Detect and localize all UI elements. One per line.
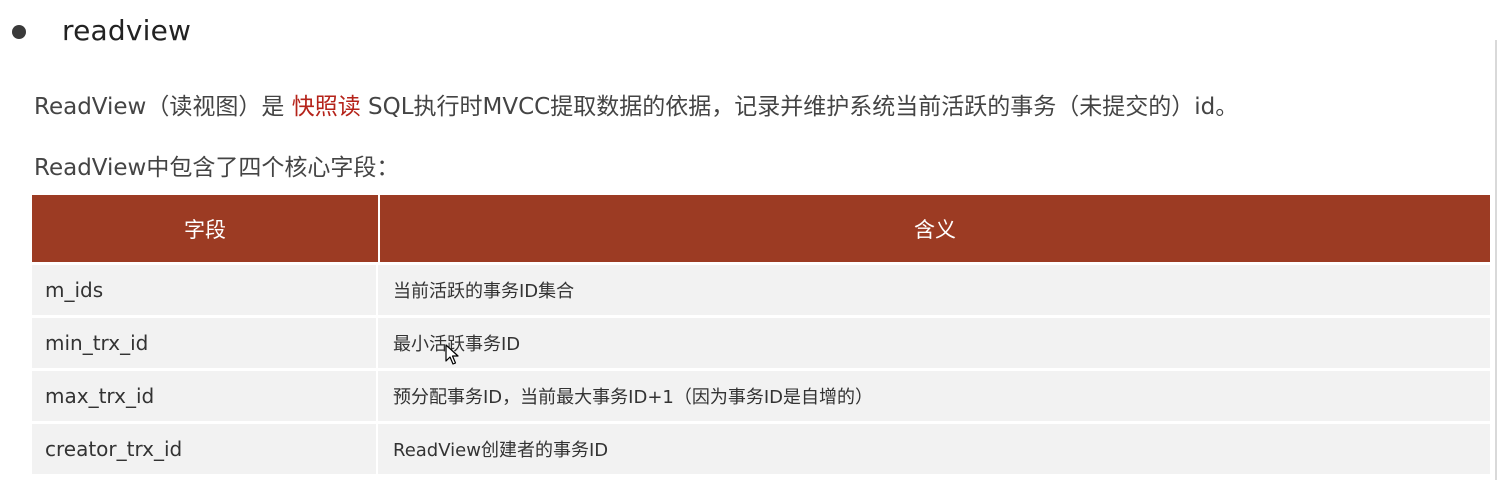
table-header-row: 字段 含义 [32,195,1490,262]
cell-meaning: 当前活跃的事务ID集合 [393,281,575,302]
cell-field: min_trx_id [32,318,378,368]
paragraph-text-before: ReadView（读视图）是 [34,94,292,120]
cell-meaning: 预分配事务ID，当前最大事务ID+1（因为事务ID是自增的） [393,387,874,408]
table-row: m_ids 当前活跃的事务ID集合 [32,265,1490,315]
table-row: creator_trx_id ReadView创建者的事务ID [32,424,1490,474]
header-meaning: 含义 [914,217,956,242]
cell-meaning: ReadView创建者的事务ID [393,440,609,461]
page-edge-divider [1495,40,1497,480]
section-heading: readview [62,13,192,47]
cell-meaning: 最小活跃事务ID [393,334,521,355]
cell-field: creator_trx_id [32,424,378,474]
table-row: min_trx_id 最小活跃事务ID [32,318,1490,368]
readview-fields-table: 字段 含义 m_ids 当前活跃的事务ID集合 min_trx_id 最小活跃事… [32,195,1490,474]
heading-row: readview [12,10,191,50]
cell-field: m_ids [32,265,378,315]
fields-subtitle: ReadView中包含了四个核心字段： [34,155,400,181]
intro-paragraph: ReadView（读视图）是 快照读 SQL执行时MVCC提取数据的依据，记录并… [34,89,1238,125]
paragraph-text-after: SQL执行时MVCC提取数据的依据，记录并维护系统当前活跃的事务（未提交的）id… [360,94,1239,120]
paragraph-highlight: 快照读 [291,94,361,120]
bullet-icon [12,25,26,39]
cell-field: max_trx_id [32,371,378,421]
mouse-cursor-icon [445,344,459,365]
table-row: max_trx_id 预分配事务ID，当前最大事务ID+1（因为事务ID是自增的… [32,371,1490,421]
document-page: readview ReadView（读视图）是 快照读 SQL执行时MVCC提取… [0,0,1501,494]
header-field: 字段 [32,195,380,262]
